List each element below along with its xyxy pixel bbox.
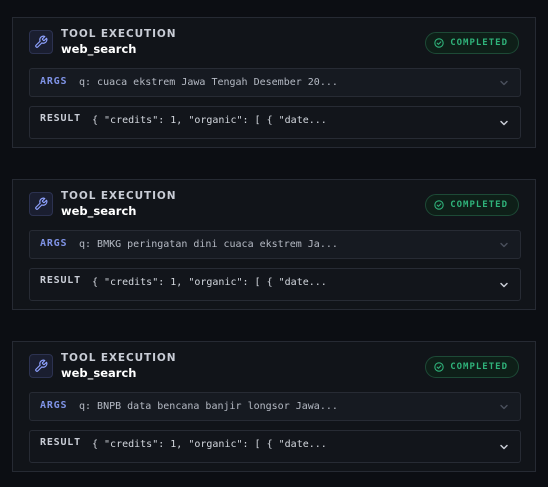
args-label: ARGS (40, 400, 68, 411)
tool-execution-label: TOOL EXECUTION (61, 190, 177, 202)
args-label: ARGS (40, 238, 68, 249)
chevron-down-icon[interactable] (498, 401, 510, 413)
tool-name: web_search (61, 366, 137, 380)
args-value: q: BNPB data bencana banjir longsor Jawa… (79, 401, 338, 412)
result-label: RESULT (40, 113, 81, 124)
tool-execution-label: TOOL EXECUTION (61, 352, 177, 364)
tool-execution-card: TOOL EXECUTION web_search COMPLETED ARGS… (12, 341, 536, 472)
result-row[interactable]: RESULT { "credits": 1, "organic": [ { "d… (29, 268, 521, 301)
chevron-down-icon[interactable] (498, 77, 510, 89)
status-badge: COMPLETED (425, 32, 519, 54)
args-row[interactable]: ARGS q: BNPB data bencana banjir longsor… (29, 392, 521, 421)
args-value: q: BMKG peringatan dini cuaca ekstrem Ja… (79, 239, 338, 250)
result-value: { "credits": 1, "organic": [ { "date... (92, 115, 327, 126)
args-row[interactable]: ARGS q: BMKG peringatan dini cuaca ekstr… (29, 230, 521, 259)
result-label: RESULT (40, 275, 81, 286)
status-text: COMPLETED (450, 200, 508, 210)
chevron-down-icon[interactable] (498, 117, 510, 129)
wrench-icon (29, 192, 53, 216)
check-circle-icon (434, 38, 444, 48)
wrench-icon (29, 354, 53, 378)
chevron-down-icon[interactable] (498, 279, 510, 291)
chevron-down-icon[interactable] (498, 239, 510, 251)
result-row[interactable]: RESULT { "credits": 1, "organic": [ { "d… (29, 430, 521, 463)
check-circle-icon (434, 362, 444, 372)
tool-name: web_search (61, 204, 137, 218)
result-value: { "credits": 1, "organic": [ { "date... (92, 277, 327, 288)
tool-execution-label: TOOL EXECUTION (61, 28, 177, 40)
args-row[interactable]: ARGS q: cuaca ekstrem Jawa Tengah Desemb… (29, 68, 521, 97)
status-badge: COMPLETED (425, 194, 519, 216)
args-value: q: cuaca ekstrem Jawa Tengah Desember 20… (79, 77, 338, 88)
tool-execution-card: TOOL EXECUTION web_search COMPLETED ARGS… (12, 179, 536, 310)
check-circle-icon (434, 200, 444, 210)
result-value: { "credits": 1, "organic": [ { "date... (92, 439, 327, 450)
tool-execution-card: TOOL EXECUTION web_search COMPLETED ARGS… (12, 17, 536, 148)
result-label: RESULT (40, 437, 81, 448)
tool-name: web_search (61, 42, 137, 56)
chevron-down-icon[interactable] (498, 441, 510, 453)
status-badge: COMPLETED (425, 356, 519, 378)
args-label: ARGS (40, 76, 68, 87)
result-row[interactable]: RESULT { "credits": 1, "organic": [ { "d… (29, 106, 521, 139)
wrench-icon (29, 30, 53, 54)
status-text: COMPLETED (450, 38, 508, 48)
status-text: COMPLETED (450, 362, 508, 372)
